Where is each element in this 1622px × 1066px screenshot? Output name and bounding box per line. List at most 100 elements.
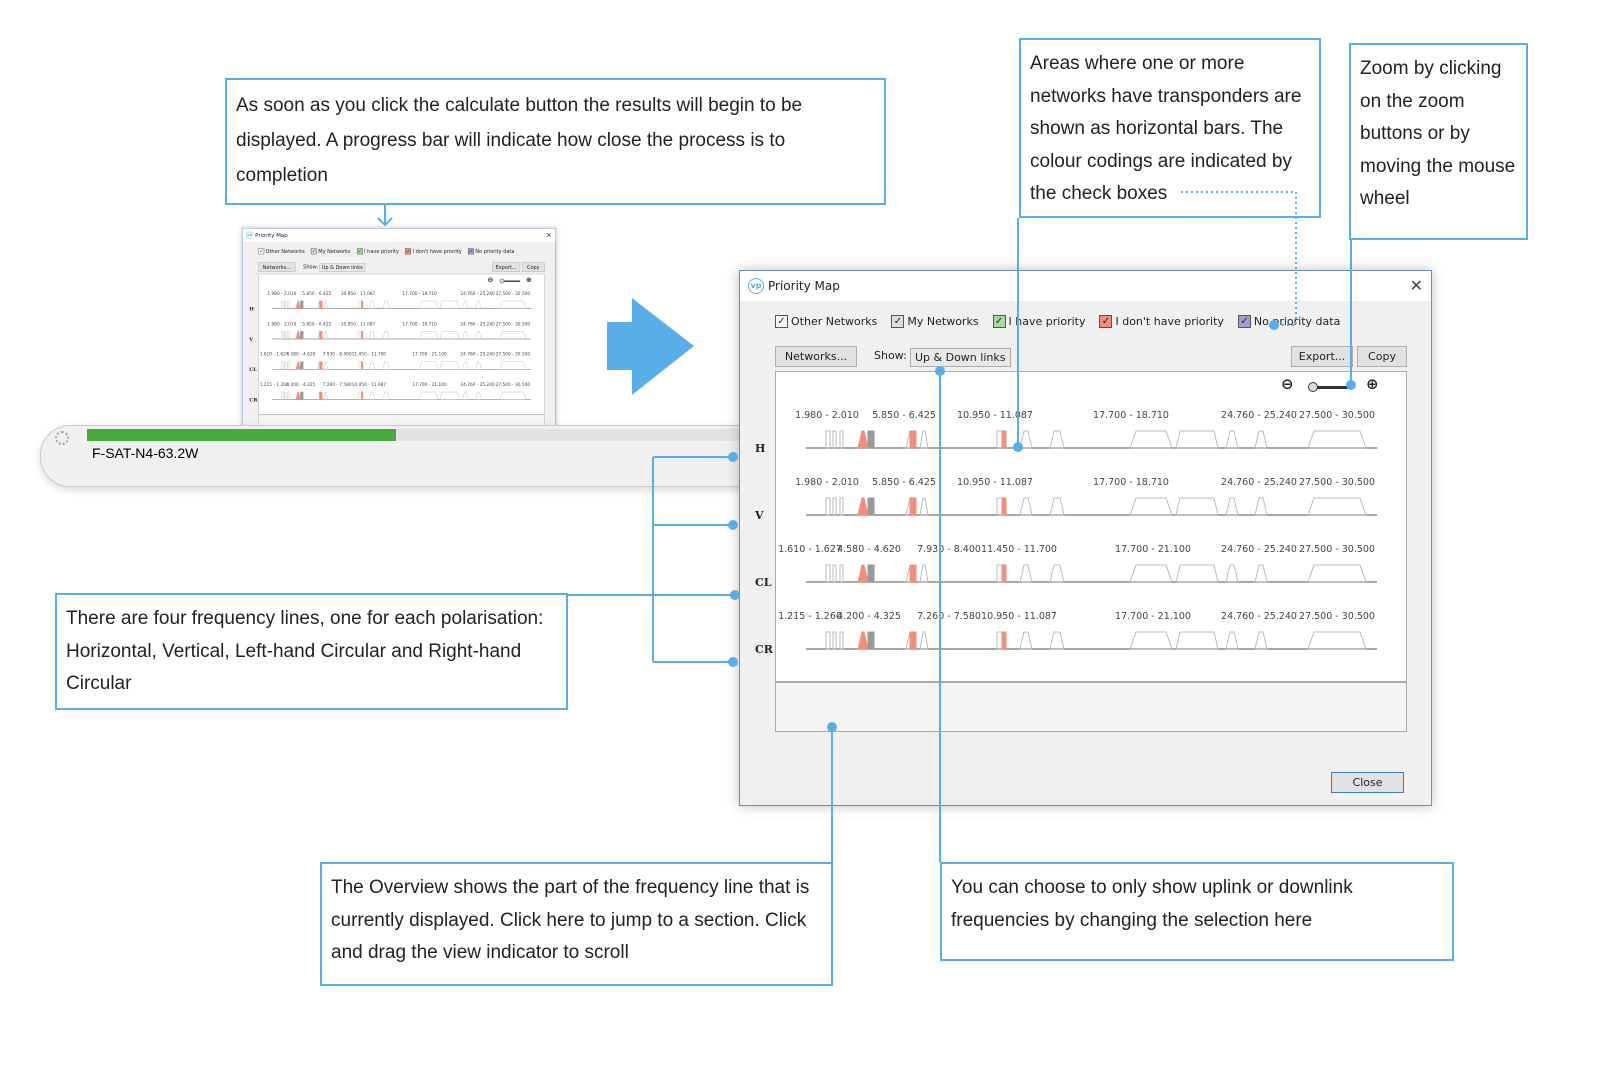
transponder-bar [1225,631,1239,650]
transponder-bar [319,331,323,340]
transponder-bar [319,361,323,370]
transponder-bar [1019,564,1033,583]
frequency-label: 24.760 - 25.240 [460,321,495,327]
frequency-label: 17.700 - 18.710 [1093,477,1169,488]
transponder-bar [295,361,301,370]
frequency-label: 17.700 - 21.100 [1115,544,1191,555]
transponder-bar [462,391,469,400]
frequency-label: 24.760 - 25.240 [460,352,495,358]
transponder-bar [323,331,328,340]
spinner-icon [55,431,69,445]
transponder-bar [825,497,831,516]
polarisation-label: CR [755,643,773,656]
transponder-bar [919,430,929,449]
transponder-bar [909,564,917,583]
transponder-bar [300,331,304,340]
frequency-label: 27.500 - 30.500 [495,291,531,297]
polarisation-label: V [755,509,764,522]
transponder-bar [857,497,869,516]
frequency-label: 1.980 - 2.010 [267,291,297,297]
transponder-bar [439,361,460,370]
transponder-bar [382,391,390,400]
transponder-bar [1019,497,1033,516]
transponder-bar [1129,430,1173,449]
transponder-bar [284,300,287,309]
frequency-label: 10.950 - 11.087 [981,611,1057,622]
frequency-label: 7.930 - 8.400 [917,544,981,555]
transponder-bar [475,331,482,340]
transponder-bar [1175,631,1219,650]
frequency-label: 5.850 - 6.425 [302,291,332,297]
polarisation-label: CL [249,366,257,373]
frequency-label: 10.950 - 11.087 [957,477,1033,488]
polarisation-label: V [249,336,254,343]
frequency-label: 4.580 - 4.620 [286,352,316,358]
transponder-bar [1049,631,1065,650]
frequency-label: 24.760 - 25.240 [1221,410,1297,421]
transponder-bar [475,300,482,309]
transponder-bar [475,391,482,400]
transponder-bar [1175,564,1219,583]
transponder-bar [323,300,328,309]
frequency-label: 5.850 - 6.425 [872,477,936,488]
transponder-bar [1175,430,1219,449]
transponder-bar [369,300,376,309]
transponder-bar [832,631,837,650]
overview-panel[interactable] [775,682,1407,732]
transponder-bar [360,361,364,370]
arrow-icon [607,298,694,395]
transponder-bar [295,331,301,340]
transponder-bar [287,361,290,370]
frequency-label: 5.850 - 6.425 [872,410,936,421]
transponder-bar [832,497,837,516]
transponder-bar [295,300,301,309]
transponder-bar [323,361,328,370]
transponder-bar [832,564,837,583]
transponder-bar [1049,497,1065,516]
transponder-bar [281,361,284,370]
callout-bars: Areas where one or more networks have tr… [1019,38,1321,218]
transponder-bar [1129,497,1173,516]
close-button[interactable]: Close [1331,772,1404,793]
transponder-bar [382,300,390,309]
transponder-bar [1254,430,1268,449]
transponder-bar [825,430,831,449]
frequency-label: 10.950 - 11.087 [351,382,387,388]
polarisation-label: H [755,442,766,455]
frequency-label: 17.700 - 21.100 [412,382,447,388]
transponder-bar [909,497,917,516]
transponder-bar [300,391,304,400]
transponder-bar [1307,564,1367,583]
callout-calculate: As soon as you click the calculate butto… [225,78,886,205]
frequency-label: 11.450 - 11.700 [981,544,1057,555]
frequency-label: 1.215 - 1.260 [778,611,842,622]
frequency-label: 17.700 - 21.100 [1115,611,1191,622]
transponder-bar [475,361,482,370]
frequency-label: 7.930 - 8.400 [322,352,352,358]
polarisation-label: CR [249,396,258,403]
transponder-bar [319,391,323,400]
frequency-label: 24.760 - 25.240 [1221,611,1297,622]
frequency-label: 27.500 - 30.500 [1299,477,1375,488]
transponder-bar [832,430,837,449]
transponder-bar [909,430,917,449]
transponder-bar [857,564,869,583]
frequency-label: 17.700 - 18.710 [1093,410,1169,421]
frequency-label: 4.580 - 4.620 [837,544,901,555]
transponder-bar [1225,564,1239,583]
transponder-bar [418,391,439,400]
frequency-label: 17.700 - 18.710 [402,291,437,297]
frequency-label: 24.760 - 25.240 [460,382,495,388]
frequency-label: 27.500 - 30.500 [495,382,531,388]
transponder-bar [909,631,917,650]
frequency-label: 27.500 - 30.500 [495,352,531,358]
transponder-bar [418,300,439,309]
frequency-label: 27.500 - 30.500 [1299,544,1375,555]
transponder-bar [919,631,929,650]
transponder-bar [857,631,869,650]
frequency-label: 5.850 - 6.425 [302,321,332,327]
transponder-bar [1001,430,1007,449]
transponder-bar [867,497,875,516]
progress-label: F-SAT-N4-63.2W [92,445,199,461]
transponder-bar [360,331,364,340]
